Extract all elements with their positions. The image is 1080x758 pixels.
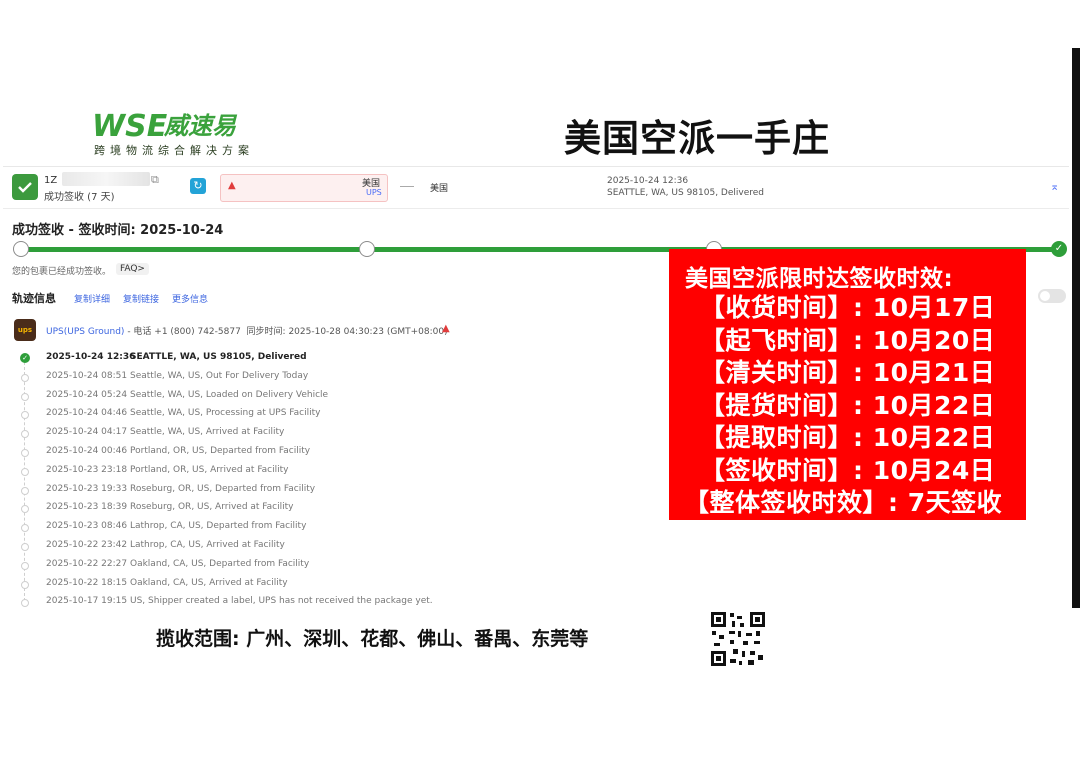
tracking-number[interactable]: 1Z	[44, 175, 57, 186]
event-time: 2025-10-23 18:39	[46, 502, 128, 513]
latest-event-time: 2025-10-24 12:36	[607, 176, 689, 186]
event-time: 2025-10-17 19:15	[46, 596, 128, 607]
progress-node	[359, 241, 375, 257]
pickup-coverage: 揽收范围: 广州、深圳、花都、佛山、番禺、东莞等	[156, 628, 589, 650]
promo-row: 【提货时间】: 10月22日	[700, 390, 996, 420]
copy-details-link[interactable]: 复制详细	[74, 292, 110, 305]
event-description: Roseburg, OR, US, Departed from Facility	[130, 483, 316, 494]
card-divider	[3, 208, 1069, 209]
timeline-dot	[21, 561, 29, 570]
timeline-dot	[21, 373, 29, 382]
event-description: Roseburg, OR, US, Arrived at Facility	[130, 502, 294, 513]
timeline-dot	[21, 449, 29, 457]
collapse-icon[interactable]: ⌅	[1050, 180, 1059, 193]
promo-row: 【清关时间】: 10月21日	[700, 358, 996, 387]
event-time: 2025-10-24 04:46	[46, 408, 128, 419]
promo-row: 【起飞时间】: 10月20日	[700, 325, 996, 355]
carrier-tag: UPS	[366, 188, 382, 197]
event-time: 2025-10-23 19:33	[46, 483, 128, 494]
event-description: Seattle, WA, US, Arrived at Facility	[130, 427, 285, 438]
tracking-section-title: 轨迹信息	[12, 292, 56, 305]
svg-text:威速易: 威速易	[163, 112, 238, 140]
refresh-icon: ↻	[193, 179, 203, 192]
event-time: 2025-10-23 08:46	[46, 521, 128, 532]
event-description: Portland, OR, US, Departed from Facility	[130, 446, 311, 456]
event-time: 2025-10-23 23:18	[46, 464, 128, 475]
timeline-dot	[21, 543, 29, 551]
event-description: Seattle, WA, US, Out For Delivery Today	[130, 370, 309, 381]
sync-time: 同步时间: 2025-10-28 04:30:23 (GMT+08:00)	[246, 327, 448, 337]
event-description: Seattle, WA, US, Loaded on Delivery Vehi…	[130, 389, 329, 400]
ups-logo-icon: ups	[14, 319, 36, 341]
destination-country: 美国	[430, 184, 449, 194]
promo-row: 【整体签收时效】: 7天签收	[684, 488, 1003, 517]
carrier-info: UPS(UPS Ground) - 电话 +1 (800) 742-5877 同…	[46, 324, 448, 337]
select-checkbox[interactable]	[12, 174, 38, 200]
event-time: 2025-10-24 05:24	[46, 389, 128, 400]
promo-row: 【收货时间】: 10月17日	[700, 293, 996, 322]
timeline-dot	[21, 392, 29, 401]
shipment-status: 成功签收 (7 天)	[44, 192, 115, 203]
event-description: Oakland, CA, US, Arrived at Facility	[130, 577, 288, 588]
warning-icon: ▲	[442, 323, 450, 334]
event-time: 2025-10-24 12:36	[46, 352, 136, 362]
warning-icon: ▲	[228, 180, 236, 191]
event-description: Seattle, WA, US, Processing at UPS Facil…	[130, 408, 321, 419]
promo-row: 【提取时间】: 10月22日	[700, 423, 996, 452]
event-description: Oakland, CA, US, Departed from Facility	[130, 558, 310, 569]
delivered-check-icon: ✓	[1051, 241, 1067, 257]
copy-icon[interactable]: ⧉	[151, 173, 159, 187]
event-description: US, Shipper created a label, UPS has not…	[130, 596, 433, 607]
event-time: 2025-10-24 04:17	[46, 427, 128, 438]
event-description: SEATTLE, WA, US 98105, Delivered	[130, 352, 307, 362]
route-arrow	[400, 186, 414, 187]
refresh-button[interactable]: ↻	[190, 178, 206, 194]
tracking-number-redacted	[62, 172, 150, 186]
timeline-dot	[21, 486, 29, 495]
delivered-dot-icon: ✓	[20, 353, 30, 363]
check-icon	[18, 182, 32, 193]
event-description: Lathrop, CA, US, Arrived at Facility	[130, 540, 285, 550]
timeline-dot	[21, 580, 29, 589]
right-border-strip	[1072, 48, 1080, 608]
event-time: 2025-10-22 23:42	[46, 540, 128, 550]
timeline-dot	[21, 467, 29, 476]
event-time: 2025-10-22 18:15	[46, 577, 128, 588]
delivery-message: 您的包裹已经成功签收。	[12, 267, 112, 277]
carrier-name-link[interactable]: UPS(UPS Ground)	[46, 327, 124, 337]
svg-text:WSE: WSE	[92, 109, 168, 144]
brand-tagline: 跨境物流综合解决方案	[94, 144, 254, 157]
event-description: Portland, OR, US, Arrived at Facility	[130, 464, 289, 475]
event-description: Lathrop, CA, US, Departed from Facility	[130, 521, 307, 532]
qr-code-icon	[710, 611, 766, 667]
event-time: 2025-10-22 22:27	[46, 558, 128, 569]
carrier-phone: - 电话 +1 (800) 742-5877	[124, 327, 241, 337]
event-time: 2025-10-24 08:51	[46, 370, 128, 381]
delivery-status-title: 成功签收 - 签收时间: 2025-10-24	[12, 223, 224, 238]
event-time: 2025-10-24 00:46	[46, 446, 128, 456]
latest-event-location: SEATTLE, WA, US 98105, Delivered	[607, 188, 764, 198]
more-info-link[interactable]: 更多信息	[172, 292, 208, 305]
faq-link[interactable]: FAQ>	[116, 263, 149, 275]
page-headline: 美国空派一手庄	[564, 117, 830, 160]
promo-row: 【签收时间】: 10月24日	[700, 455, 996, 485]
copy-link-link[interactable]: 复制链接	[123, 292, 159, 305]
card-divider	[3, 166, 1069, 167]
progress-node	[13, 241, 29, 257]
